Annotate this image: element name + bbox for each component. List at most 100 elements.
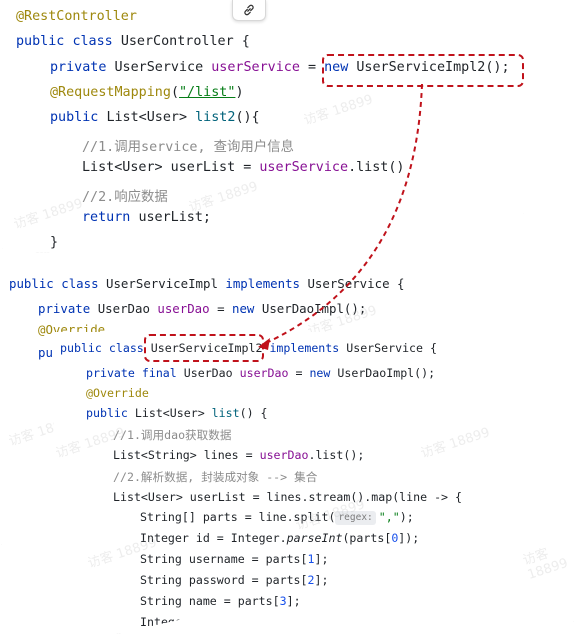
kw-class: class	[72, 34, 113, 49]
partial-public: pu	[38, 345, 53, 360]
interface-name: UserService {	[346, 341, 437, 355]
parse-int: parseInt	[286, 531, 343, 545]
kw-class: class	[108, 341, 144, 355]
field-user-dao: userDao	[157, 301, 210, 316]
method-suffix: (){	[235, 110, 260, 125]
userlist-decl: List<User> userList =	[82, 160, 260, 175]
line-userlist-decl: List<User> userList = userService.list()	[82, 160, 405, 175]
line-request-mapping: @RequestMapping("/list")	[50, 85, 244, 100]
comment-call-service: //1.调用service, 查询用户信息	[82, 140, 294, 155]
comment-call-dao: //1.调用dao获取数据	[113, 428, 232, 442]
field-user-service: userService	[211, 60, 300, 75]
parts-decl: String[] parts = line.split(	[140, 510, 336, 524]
kw-private: private	[86, 366, 135, 380]
equals-sign: =	[308, 60, 317, 75]
param-hint-regex: regex:	[335, 511, 376, 525]
list-call: .list()	[348, 160, 405, 175]
line-rest-controller: @RestController	[16, 9, 137, 24]
index-close: ];	[314, 573, 329, 587]
close-brace: }	[50, 235, 59, 250]
method-suffix: () {	[239, 406, 268, 420]
link-button[interactable]	[232, 0, 266, 21]
id-decl: Integer id = Integer.	[140, 531, 287, 545]
kw-public: public	[9, 276, 54, 291]
watermark: 访客 18899	[419, 425, 492, 462]
lines-decl: List<String> lines =	[113, 448, 260, 462]
ctor-user-dao-impl: UserDaoImpl();	[261, 301, 367, 316]
kw-public: public	[16, 34, 65, 49]
password-decl: String password = parts[	[140, 573, 308, 587]
split-arg: ","	[378, 510, 400, 524]
mapping-path: "/list"	[179, 85, 236, 100]
index-close: ];	[314, 552, 329, 566]
method-name-list: list	[211, 406, 240, 420]
split-end: );	[399, 510, 414, 524]
username-decl: String username = parts[	[140, 552, 308, 566]
type-user-dao: UserDao	[183, 366, 233, 380]
line-parts-split: String[] parts = line.split(regex: ",");	[140, 510, 414, 525]
equals-sign: =	[217, 301, 225, 316]
code-card-user-controller: @RestController public class UserControl…	[2, 3, 524, 253]
method-name-list2: list2	[195, 110, 236, 125]
arg-open: (parts[	[342, 531, 392, 545]
field-user-dao: userDao	[239, 366, 289, 380]
field-user-service: userService	[259, 160, 349, 175]
comment-respond-data: //2.响应数据	[82, 190, 168, 205]
watermark: 访客 18899	[12, 196, 85, 233]
line-class-decl: public class UserServiceImpl implements …	[9, 276, 404, 291]
kw-new: new	[309, 366, 331, 380]
return-type: List<User>	[106, 110, 188, 125]
kw-return: return	[82, 210, 131, 225]
return-type: List<User>	[134, 406, 205, 420]
interface-name: UserService {	[307, 276, 405, 291]
index-1: 1	[307, 552, 315, 566]
field-user-dao: userDao	[259, 448, 309, 462]
ctor-user-dao-impl: UserDaoImpl();	[337, 366, 436, 380]
line-username: String username = parts[1];	[140, 552, 328, 566]
list-call: .list();	[308, 448, 365, 462]
index-close: ];	[286, 594, 301, 608]
line-return: return userList;	[82, 210, 211, 225]
kw-public: public	[50, 110, 99, 125]
paren-close: )	[235, 85, 244, 100]
index-2: 2	[307, 573, 315, 587]
annotation-rest-controller: @RestController	[16, 9, 137, 24]
highlight-new-impl2	[322, 54, 524, 87]
line-dao-field: private final UserDao userDao = new User…	[86, 366, 435, 380]
kw-private: private	[38, 301, 91, 316]
code-card-user-service-impl2: public class UserServiceImpl2 implements…	[54, 332, 574, 634]
annotation-request-mapping: @RequestMapping	[50, 85, 171, 100]
kw-private: private	[50, 60, 107, 75]
line-name: String name = parts[3];	[140, 594, 301, 608]
type-user-dao: UserDao	[97, 301, 150, 316]
line-id-parse: Integer id = Integer.parseInt(parts[0]);	[140, 531, 419, 545]
link-icon	[244, 4, 254, 16]
index-3: 3	[279, 594, 287, 608]
line-lines-decl: List<String> lines = userDao.list();	[113, 448, 364, 462]
line-class-decl: public class UserController {	[16, 34, 250, 49]
class-name: UserServiceImpl	[106, 276, 218, 291]
kw-implements: implements	[269, 341, 340, 355]
return-value: userList;	[138, 210, 211, 225]
kw-class: class	[61, 276, 99, 291]
highlight-class-impl2	[144, 334, 264, 362]
line-password: String password = parts[2];	[140, 573, 328, 587]
paren-open: (	[170, 85, 179, 100]
annotation-override: @Override	[86, 386, 149, 400]
line-stream-map: List<User> userList = lines.stream().map…	[113, 490, 463, 504]
kw-new: new	[232, 301, 255, 316]
kw-final: final	[141, 366, 177, 380]
kw-implements: implements	[225, 276, 300, 291]
arg-close: ]);	[398, 531, 420, 545]
class-name: UserController {	[120, 34, 250, 49]
line-method-decl: public List<User> list() {	[86, 406, 268, 420]
line-method-decl: public List<User> list2(){	[50, 110, 260, 125]
watermark: 访客 18899	[302, 92, 375, 129]
equals-sign: =	[295, 366, 303, 380]
line-dao-field: private UserDao userDao = new UserDaoImp…	[38, 301, 366, 316]
name-decl: String name = parts[	[140, 594, 280, 608]
kw-public: public	[60, 341, 102, 355]
kw-public: public	[86, 406, 128, 420]
comment-parse-data: //2.解析数据, 封装成对象 --> 集合	[113, 470, 318, 484]
watermark: 访客 18899	[521, 546, 570, 583]
